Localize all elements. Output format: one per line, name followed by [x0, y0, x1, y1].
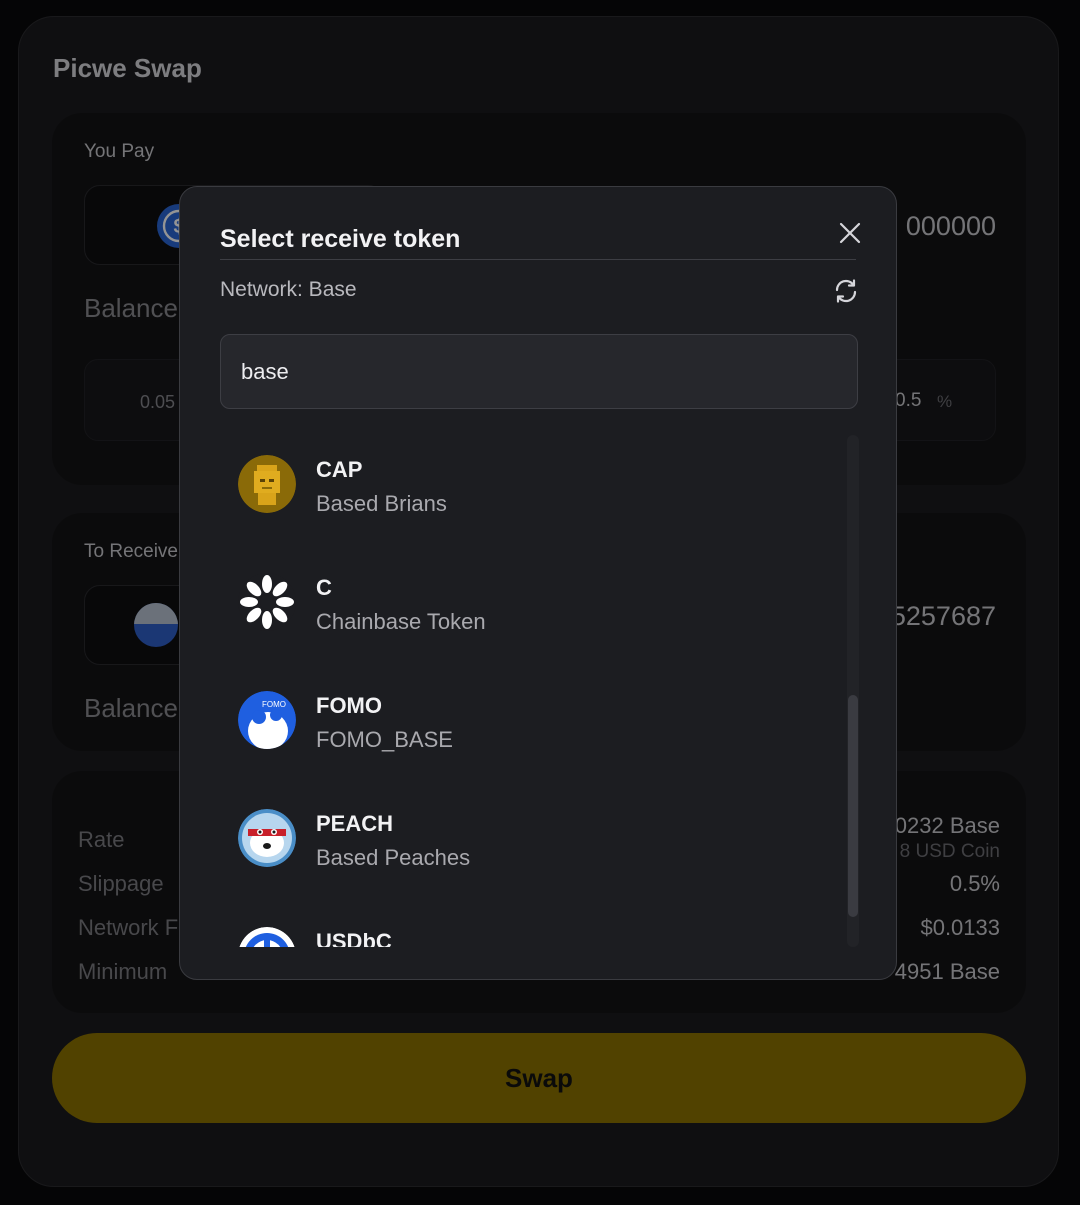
close-icon — [839, 222, 861, 244]
scrollbar-thumb[interactable] — [848, 695, 858, 917]
modal-divider — [220, 259, 856, 260]
network-label: Network: Base — [220, 278, 357, 301]
chainbase-icon — [238, 573, 296, 631]
peach-icon — [238, 809, 296, 867]
fomo-icon: FOMO — [238, 691, 296, 749]
based-brians-icon — [238, 455, 296, 513]
token-symbol: PEACH — [316, 811, 394, 836]
close-button[interactable] — [834, 217, 866, 249]
fomo-icon-text: FOMO — [262, 700, 286, 709]
token-item-peach[interactable]: PEACH Based Peaches — [220, 791, 840, 891]
usdbc-icon — [238, 927, 296, 947]
token-search-input[interactable] — [220, 334, 858, 409]
token-symbol: USDbC — [316, 929, 392, 947]
token-symbol: C — [316, 575, 332, 600]
token-list-scrollbar[interactable] — [847, 435, 859, 947]
token-symbol: CAP — [316, 457, 363, 482]
refresh-button[interactable] — [832, 277, 860, 305]
select-token-modal: Select receive token Network: Base base … — [179, 186, 897, 980]
token-item-fomo[interactable]: FOMO FOMO FOMO_BASE — [220, 673, 840, 773]
token-name: Based Peaches — [316, 845, 471, 870]
token-symbol: FOMO — [316, 693, 382, 718]
refresh-icon — [835, 279, 857, 303]
token-name: FOMO_BASE — [316, 727, 453, 752]
token-item-c[interactable]: C Chainbase Token — [220, 555, 840, 655]
token-item-usdbc[interactable]: USDbC — [220, 909, 840, 947]
modal-title: Select receive token — [220, 225, 461, 253]
token-name: Chainbase Token — [316, 609, 486, 634]
token-item-cap[interactable]: CAP Based Brians — [220, 437, 840, 537]
token-name: Based Brians — [316, 491, 447, 516]
token-list[interactable]: CAP Based Brians C Chainbase Token FOMO … — [220, 437, 840, 947]
